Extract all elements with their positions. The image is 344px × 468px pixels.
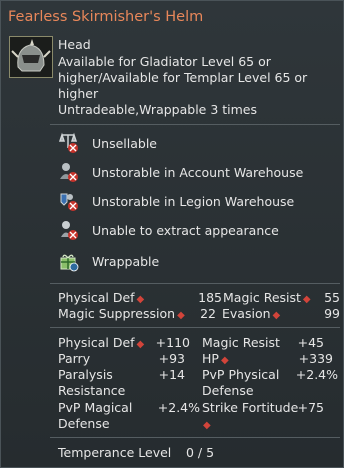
- scale-unsellable-icon: [58, 132, 80, 154]
- wrap-box-icon: [58, 250, 80, 272]
- base-stat-physical-def-value: 185: [198, 290, 222, 305]
- bonus-stat-magic-resist-value: +45: [297, 335, 324, 350]
- bonus-stat-pvp-physical-value: +2.4%: [295, 367, 338, 382]
- base-stat-magic-suppression: Magic Suppression ◆: [58, 306, 185, 321]
- divider: [50, 124, 340, 125]
- bonus-stat-pvp-physical-defense: PvP Physical: [202, 367, 280, 382]
- bonus-stat-pvp-magical-value: +2.4%: [157, 400, 200, 415]
- bonus-stat-parry-value: +93: [158, 351, 185, 366]
- flag-account-warehouse: Unstorable in Account Warehouse: [58, 160, 303, 184]
- flag-extract-appearance: Unable to extract appearance: [58, 218, 279, 242]
- bonus-stat-paralysis-resistance-line2: Resistance: [58, 383, 126, 398]
- flag-legion-warehouse: Unstorable in Legion Warehouse: [58, 189, 294, 213]
- divider: [50, 327, 340, 328]
- bonus-stat-pvp-physical-defense-line2: Defense: [202, 383, 254, 398]
- requirement-line: Available for Gladiator Level 65 or: [58, 54, 271, 69]
- bonus-stat-pvp-magical-defense-line2: Defense: [58, 416, 110, 431]
- base-stat-evasion: Evasion ◆: [222, 306, 281, 321]
- enchant-diamond-icon: ◆: [203, 420, 211, 431]
- bonus-stat-parry: Parry: [58, 351, 91, 366]
- flag-unsellable: Unsellable: [58, 131, 157, 155]
- legion-warehouse-blocked-icon: [58, 190, 80, 212]
- base-stat-magic-suppression-value: 22: [200, 306, 216, 321]
- requirement-line: higher/Available for Templar Level 65 or: [58, 70, 308, 85]
- trade-info: Untradeable,Wrappable 3 times: [58, 102, 258, 117]
- bonus-stat-hp: HP ◆: [202, 351, 229, 366]
- bonus-stat-physical-def-value: +110: [155, 335, 190, 350]
- extract-appearance-blocked-icon: [58, 219, 80, 241]
- requirement-line: higher: [58, 86, 99, 101]
- item-slot: Head: [58, 37, 91, 52]
- bonus-stat-strike-fortitude: Strike Fortitude: [202, 400, 299, 415]
- bonus-stat-hp-value: +339: [298, 351, 333, 366]
- base-stat-evasion-value: 99: [324, 306, 340, 321]
- base-stat-physical-def: Physical Def ◆: [58, 290, 145, 305]
- item-title: Fearless Skirmisher's Helm: [8, 9, 204, 25]
- helm-icon: [9, 36, 53, 78]
- bonus-stat-physical-def: Physical Def ◆: [58, 335, 145, 350]
- temperance-level-value: 0 / 5: [186, 445, 215, 460]
- bonus-stat-paralysis-value: +14: [158, 367, 185, 382]
- bonus-stat-pvp-magical-defense: PvP Magical: [58, 400, 133, 415]
- temperance-level-label: Temperance Level: [58, 445, 172, 460]
- divider: [50, 437, 340, 438]
- account-warehouse-blocked-icon: [58, 161, 80, 183]
- base-stat-magic-resist: Magic Resist ◆: [223, 290, 311, 305]
- base-stat-magic-resist-value: 55: [324, 290, 340, 305]
- flag-wrappable: Wrappable: [58, 249, 159, 273]
- bonus-stat-paralysis-resistance: Paralysis: [58, 367, 113, 382]
- bonus-stat-magic-resist: Magic Resist: [202, 335, 280, 350]
- divider: [50, 283, 340, 284]
- bonus-stat-strike-fortitude-value: +75: [297, 400, 324, 415]
